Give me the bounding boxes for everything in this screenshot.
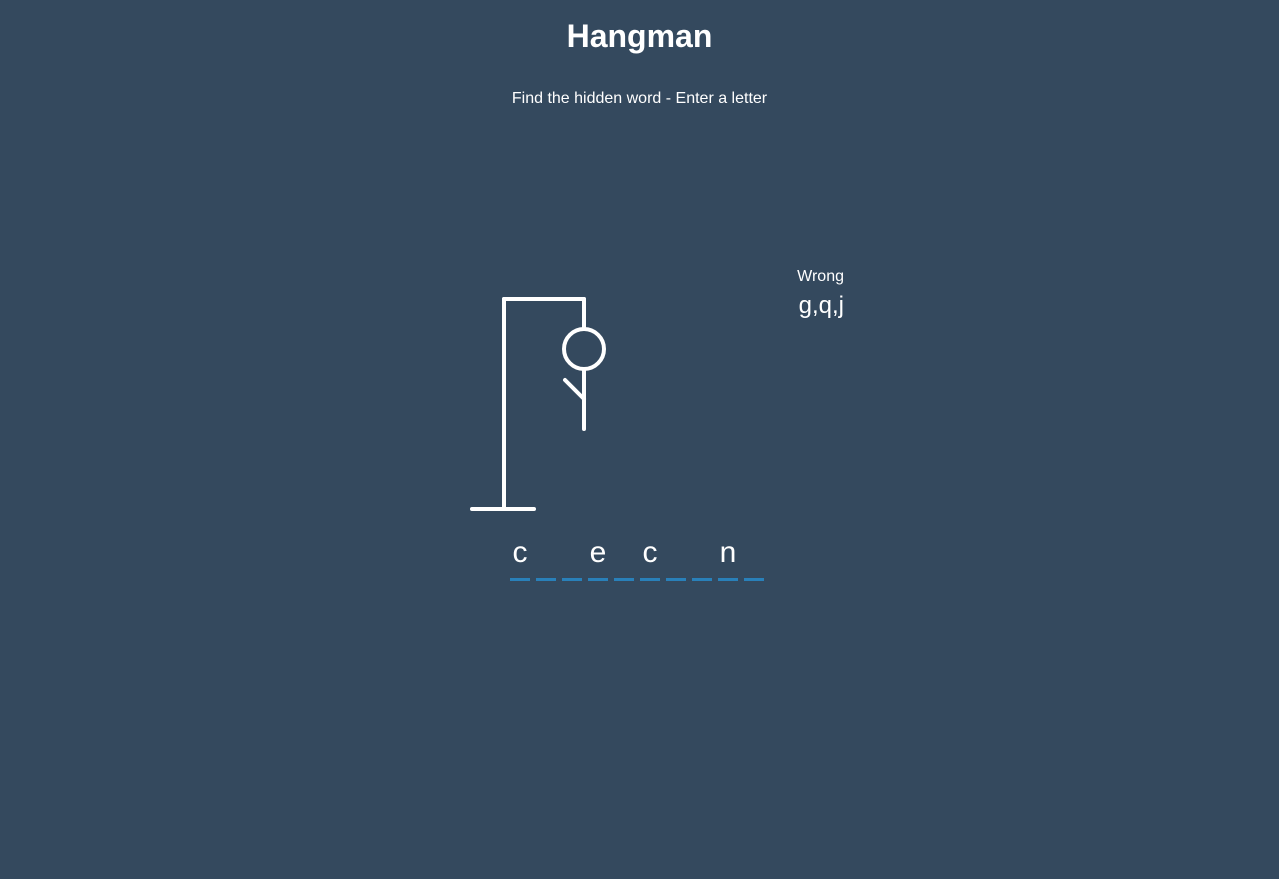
letter-slot (562, 534, 582, 581)
figure-head (562, 327, 606, 371)
hangman-page: Hangman Find the hidden word - Enter a l… (0, 0, 1279, 879)
wrong-label: Wrong (797, 268, 844, 285)
instruction-text: Find the hidden word - Enter a letter (511, 90, 768, 107)
letter-slot: n (718, 534, 738, 581)
letter-slot (692, 534, 712, 581)
letter-slot (614, 534, 634, 581)
hangman-figure (470, 297, 606, 511)
wrong-letters-panel: Wrong g,q,j (760, 267, 844, 321)
figure-left-arm (563, 378, 586, 401)
letter-slot: c (510, 534, 530, 581)
wrong-letters-list: g,q,j (798, 292, 844, 319)
hidden-word: c e c n (510, 534, 770, 581)
letter-slot: c (640, 534, 660, 581)
letter-slot (536, 534, 556, 581)
letter-slot (744, 534, 764, 581)
page-title: Hangman (566, 18, 713, 54)
letter-slot: e (588, 534, 608, 581)
letter-slot (666, 534, 686, 581)
